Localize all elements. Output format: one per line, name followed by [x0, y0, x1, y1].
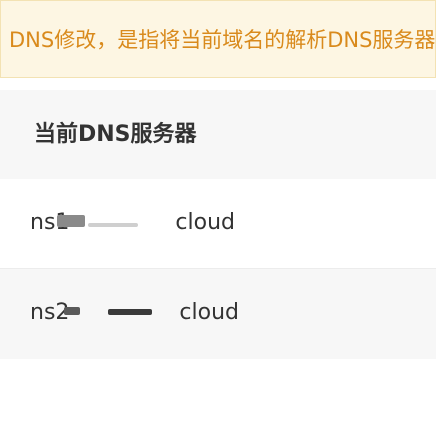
dns-server-2-suffix: cloud	[179, 300, 239, 325]
redaction-mask	[88, 223, 138, 227]
current-dns-title: 当前DNS服务器	[34, 122, 197, 147]
redaction-mask	[64, 307, 80, 315]
dns-server-row: ns2 cloud	[0, 269, 436, 359]
dns-server-1-suffix: cloud	[175, 210, 235, 235]
dns-notice-banner: DNS修改，是指将当前域名的解析DNS服务器	[0, 0, 436, 78]
dns-settings-page: DNS修改，是指将当前域名的解析DNS服务器 当前DNS服务器 ns1 cloud…	[0, 0, 436, 440]
dns-server-row: ns1 cloud	[0, 179, 436, 269]
current-dns-card: 当前DNS服务器 ns1 cloud ns2 cloud	[0, 90, 436, 360]
current-dns-header: 当前DNS服务器	[0, 90, 436, 179]
redaction-mask	[108, 309, 152, 315]
empty-space	[0, 360, 436, 440]
redaction-mask	[57, 215, 85, 227]
dns-notice-text: DNS修改，是指将当前域名的解析DNS服务器	[9, 28, 436, 52]
